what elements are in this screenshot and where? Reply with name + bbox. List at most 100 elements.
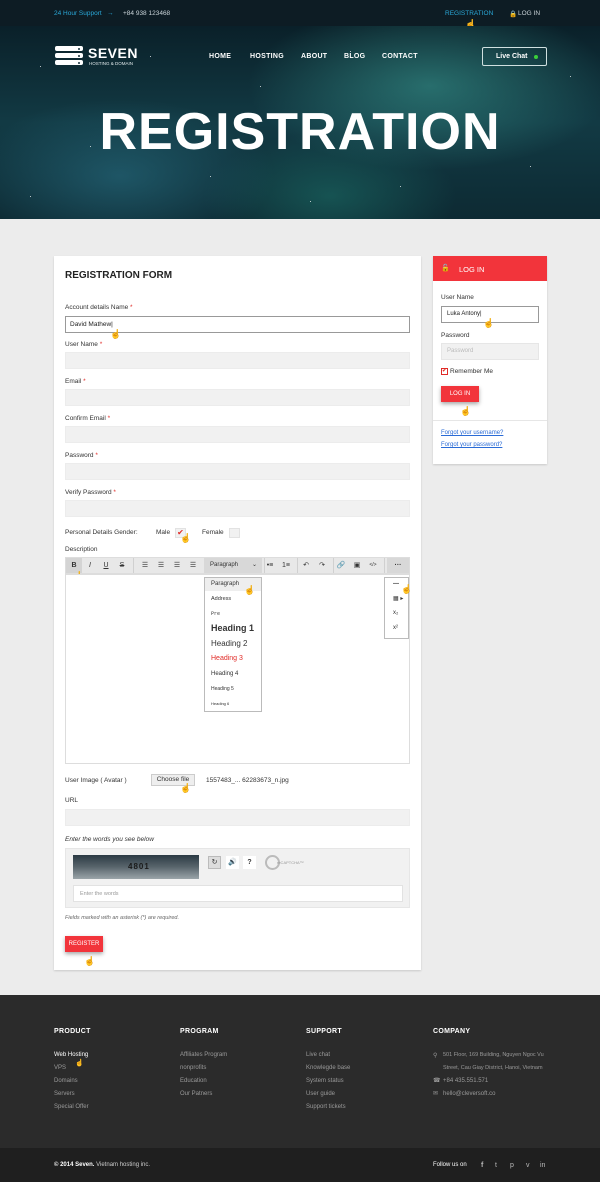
required-note: Fields marked with an asterisk (*) are r… bbox=[65, 915, 180, 921]
registration-link[interactable]: REGISTRATION bbox=[445, 10, 493, 17]
more-button[interactable]: ··· bbox=[387, 558, 409, 573]
linkedin-icon[interactable]: in bbox=[540, 1162, 545, 1169]
facebook-icon[interactable]: f bbox=[481, 1162, 483, 1169]
company-email[interactable]: hello@cleversoft.co bbox=[443, 1091, 495, 1097]
bullet-list-icon[interactable]: •≡ bbox=[262, 558, 278, 573]
vimeo-icon[interactable]: v bbox=[526, 1162, 530, 1169]
nav-contact[interactable]: CONTACT bbox=[382, 53, 418, 60]
italic-button[interactable]: I bbox=[82, 558, 98, 573]
live-chat-button[interactable]: Live Chat bbox=[482, 47, 547, 66]
horizontal-rule-icon[interactable]: — bbox=[393, 581, 399, 587]
footer-company-title: COMPANY bbox=[433, 1028, 471, 1035]
nav-home[interactable]: HOME bbox=[209, 53, 231, 60]
nav-hosting[interactable]: HOSTING bbox=[250, 53, 284, 60]
format-select[interactable]: Paragraph ⌄ bbox=[204, 558, 262, 573]
align-center-icon[interactable]: ☰ bbox=[153, 558, 169, 573]
footer: PRODUCT Web Hosting ☝ VPS Domains Server… bbox=[0, 995, 600, 1148]
footer-link[interactable]: VPS bbox=[54, 1065, 66, 1071]
footer-link[interactable]: nonprofits bbox=[180, 1065, 206, 1071]
female-checkbox[interactable] bbox=[229, 528, 240, 538]
footer-product-title: PRODUCT bbox=[54, 1028, 91, 1035]
footer-link[interactable]: User guide bbox=[306, 1091, 335, 1097]
format-option-heading4[interactable]: Heading 4 bbox=[211, 671, 238, 677]
footer-link[interactable]: Web Hosting bbox=[54, 1052, 88, 1058]
redo-icon[interactable]: ↷ bbox=[314, 558, 330, 573]
format-option-heading6[interactable]: Heading 6 bbox=[211, 701, 229, 706]
align-right-icon[interactable]: ☰ bbox=[169, 558, 185, 573]
align-justify-icon[interactable]: ☰ bbox=[185, 558, 201, 573]
remember-me-checkbox[interactable]: ✔ bbox=[441, 368, 448, 375]
footer-link[interactable]: Education bbox=[180, 1078, 207, 1084]
footer-link[interactable]: Knowlegde base bbox=[306, 1065, 350, 1071]
format-dropdown: Paragraph Address Pre Heading 1 Heading … bbox=[204, 577, 262, 712]
twitter-icon[interactable]: t bbox=[495, 1162, 497, 1169]
url-input[interactable] bbox=[65, 809, 410, 826]
login-button[interactable]: LOG IN bbox=[441, 386, 479, 402]
email-input[interactable] bbox=[65, 389, 410, 406]
recaptcha-brand: reCAPTCHA™ bbox=[277, 860, 304, 865]
password-input[interactable] bbox=[65, 463, 410, 480]
url-label: URL bbox=[65, 797, 79, 804]
forgot-password-link[interactable]: Forgot your password? bbox=[441, 442, 502, 448]
hand-cursor-icon: ☝ bbox=[75, 1060, 84, 1067]
help-icon[interactable]: ? bbox=[243, 856, 256, 869]
format-option-heading2[interactable]: Heading 2 bbox=[211, 639, 247, 648]
format-option-pre[interactable]: Pre bbox=[211, 611, 220, 617]
forgot-username-link[interactable]: Forgot your username? bbox=[441, 430, 503, 436]
image-icon[interactable]: ▣ bbox=[349, 558, 365, 573]
nav-about[interactable]: ABOUT bbox=[301, 53, 327, 60]
arrow-icon: → bbox=[107, 10, 114, 17]
footer-program-title: PROGRAM bbox=[180, 1028, 219, 1035]
register-button[interactable]: REGISTER bbox=[65, 936, 103, 952]
account-name-label: Account details Name * bbox=[65, 304, 133, 311]
nav-blog[interactable]: BLOG bbox=[344, 53, 365, 60]
page-title: REGISTRATION bbox=[99, 103, 501, 161]
audio-icon[interactable]: 🔊 bbox=[226, 856, 239, 869]
footer-link[interactable]: Live chat bbox=[306, 1052, 330, 1058]
format-option-heading3[interactable]: Heading 3 bbox=[211, 655, 243, 662]
hand-cursor-icon: ☝ bbox=[401, 584, 413, 594]
male-label: Male bbox=[156, 529, 171, 536]
username-label: User Name * bbox=[65, 341, 103, 348]
format-option-heading5[interactable]: Heading 5 bbox=[211, 686, 234, 692]
top-bar: 24 Hour Support → +84 938 123468 REGISTR… bbox=[0, 0, 600, 29]
footer-link[interactable]: Special Offer bbox=[54, 1104, 89, 1110]
login-link[interactable]: LOG IN bbox=[518, 10, 540, 17]
footer-link[interactable]: Our Patners bbox=[180, 1091, 212, 1097]
login-header: 🔓 LOG IN bbox=[433, 256, 547, 281]
footer-link[interactable]: Domains bbox=[54, 1078, 78, 1084]
confirm-email-input[interactable] bbox=[65, 426, 410, 443]
login-password-label: Password bbox=[441, 332, 470, 339]
strikethrough-button[interactable]: S bbox=[114, 558, 130, 573]
undo-icon[interactable]: ↶ bbox=[298, 558, 314, 573]
avatar-label: User Image ( Avatar ) bbox=[65, 777, 127, 784]
online-dot-icon bbox=[534, 55, 538, 59]
numbered-list-icon[interactable]: 1≡ bbox=[278, 558, 294, 573]
verify-password-input[interactable] bbox=[65, 500, 410, 517]
link-icon[interactable]: 🔗 bbox=[333, 558, 349, 573]
align-left-icon[interactable]: ☰ bbox=[137, 558, 153, 573]
format-option-paragraph[interactable]: Paragraph bbox=[211, 581, 239, 587]
username-input[interactable] bbox=[65, 352, 410, 369]
subscript-icon[interactable]: x₂ bbox=[393, 610, 398, 616]
captcha-input[interactable]: Enter the words bbox=[73, 885, 403, 902]
superscript-icon[interactable]: x² bbox=[393, 625, 398, 631]
format-option-heading1[interactable]: Heading 1 bbox=[211, 623, 254, 633]
confirm-email-label: Confirm Email * bbox=[65, 415, 111, 422]
footer-link[interactable]: Servers bbox=[54, 1091, 75, 1097]
footer-link[interactable]: System status bbox=[306, 1078, 344, 1084]
footer-link[interactable]: Affiliates Program bbox=[180, 1052, 227, 1058]
login-password-input[interactable]: Password bbox=[441, 343, 539, 360]
footer-link[interactable]: Support tickets bbox=[306, 1104, 346, 1110]
table-icon[interactable]: ▦ ▸ bbox=[393, 595, 403, 602]
underline-button[interactable]: U bbox=[98, 558, 114, 573]
email-label: Email * bbox=[65, 378, 86, 385]
captcha-box: 4801 ↻ 🔊 ? reCAPTCHA™ Enter the words bbox=[65, 848, 410, 908]
refresh-icon[interactable]: ↻ bbox=[208, 856, 221, 869]
login-panel: 🔓 LOG IN User Name Luka Antony| ☝ Passwo… bbox=[433, 256, 547, 464]
code-icon[interactable]: </> bbox=[365, 558, 381, 573]
remember-me-label: Remember Me bbox=[450, 368, 493, 375]
pinterest-icon[interactable]: p bbox=[510, 1162, 514, 1169]
gender-label: Personal Details Gender: bbox=[65, 529, 138, 536]
format-option-address[interactable]: Address bbox=[211, 596, 231, 602]
